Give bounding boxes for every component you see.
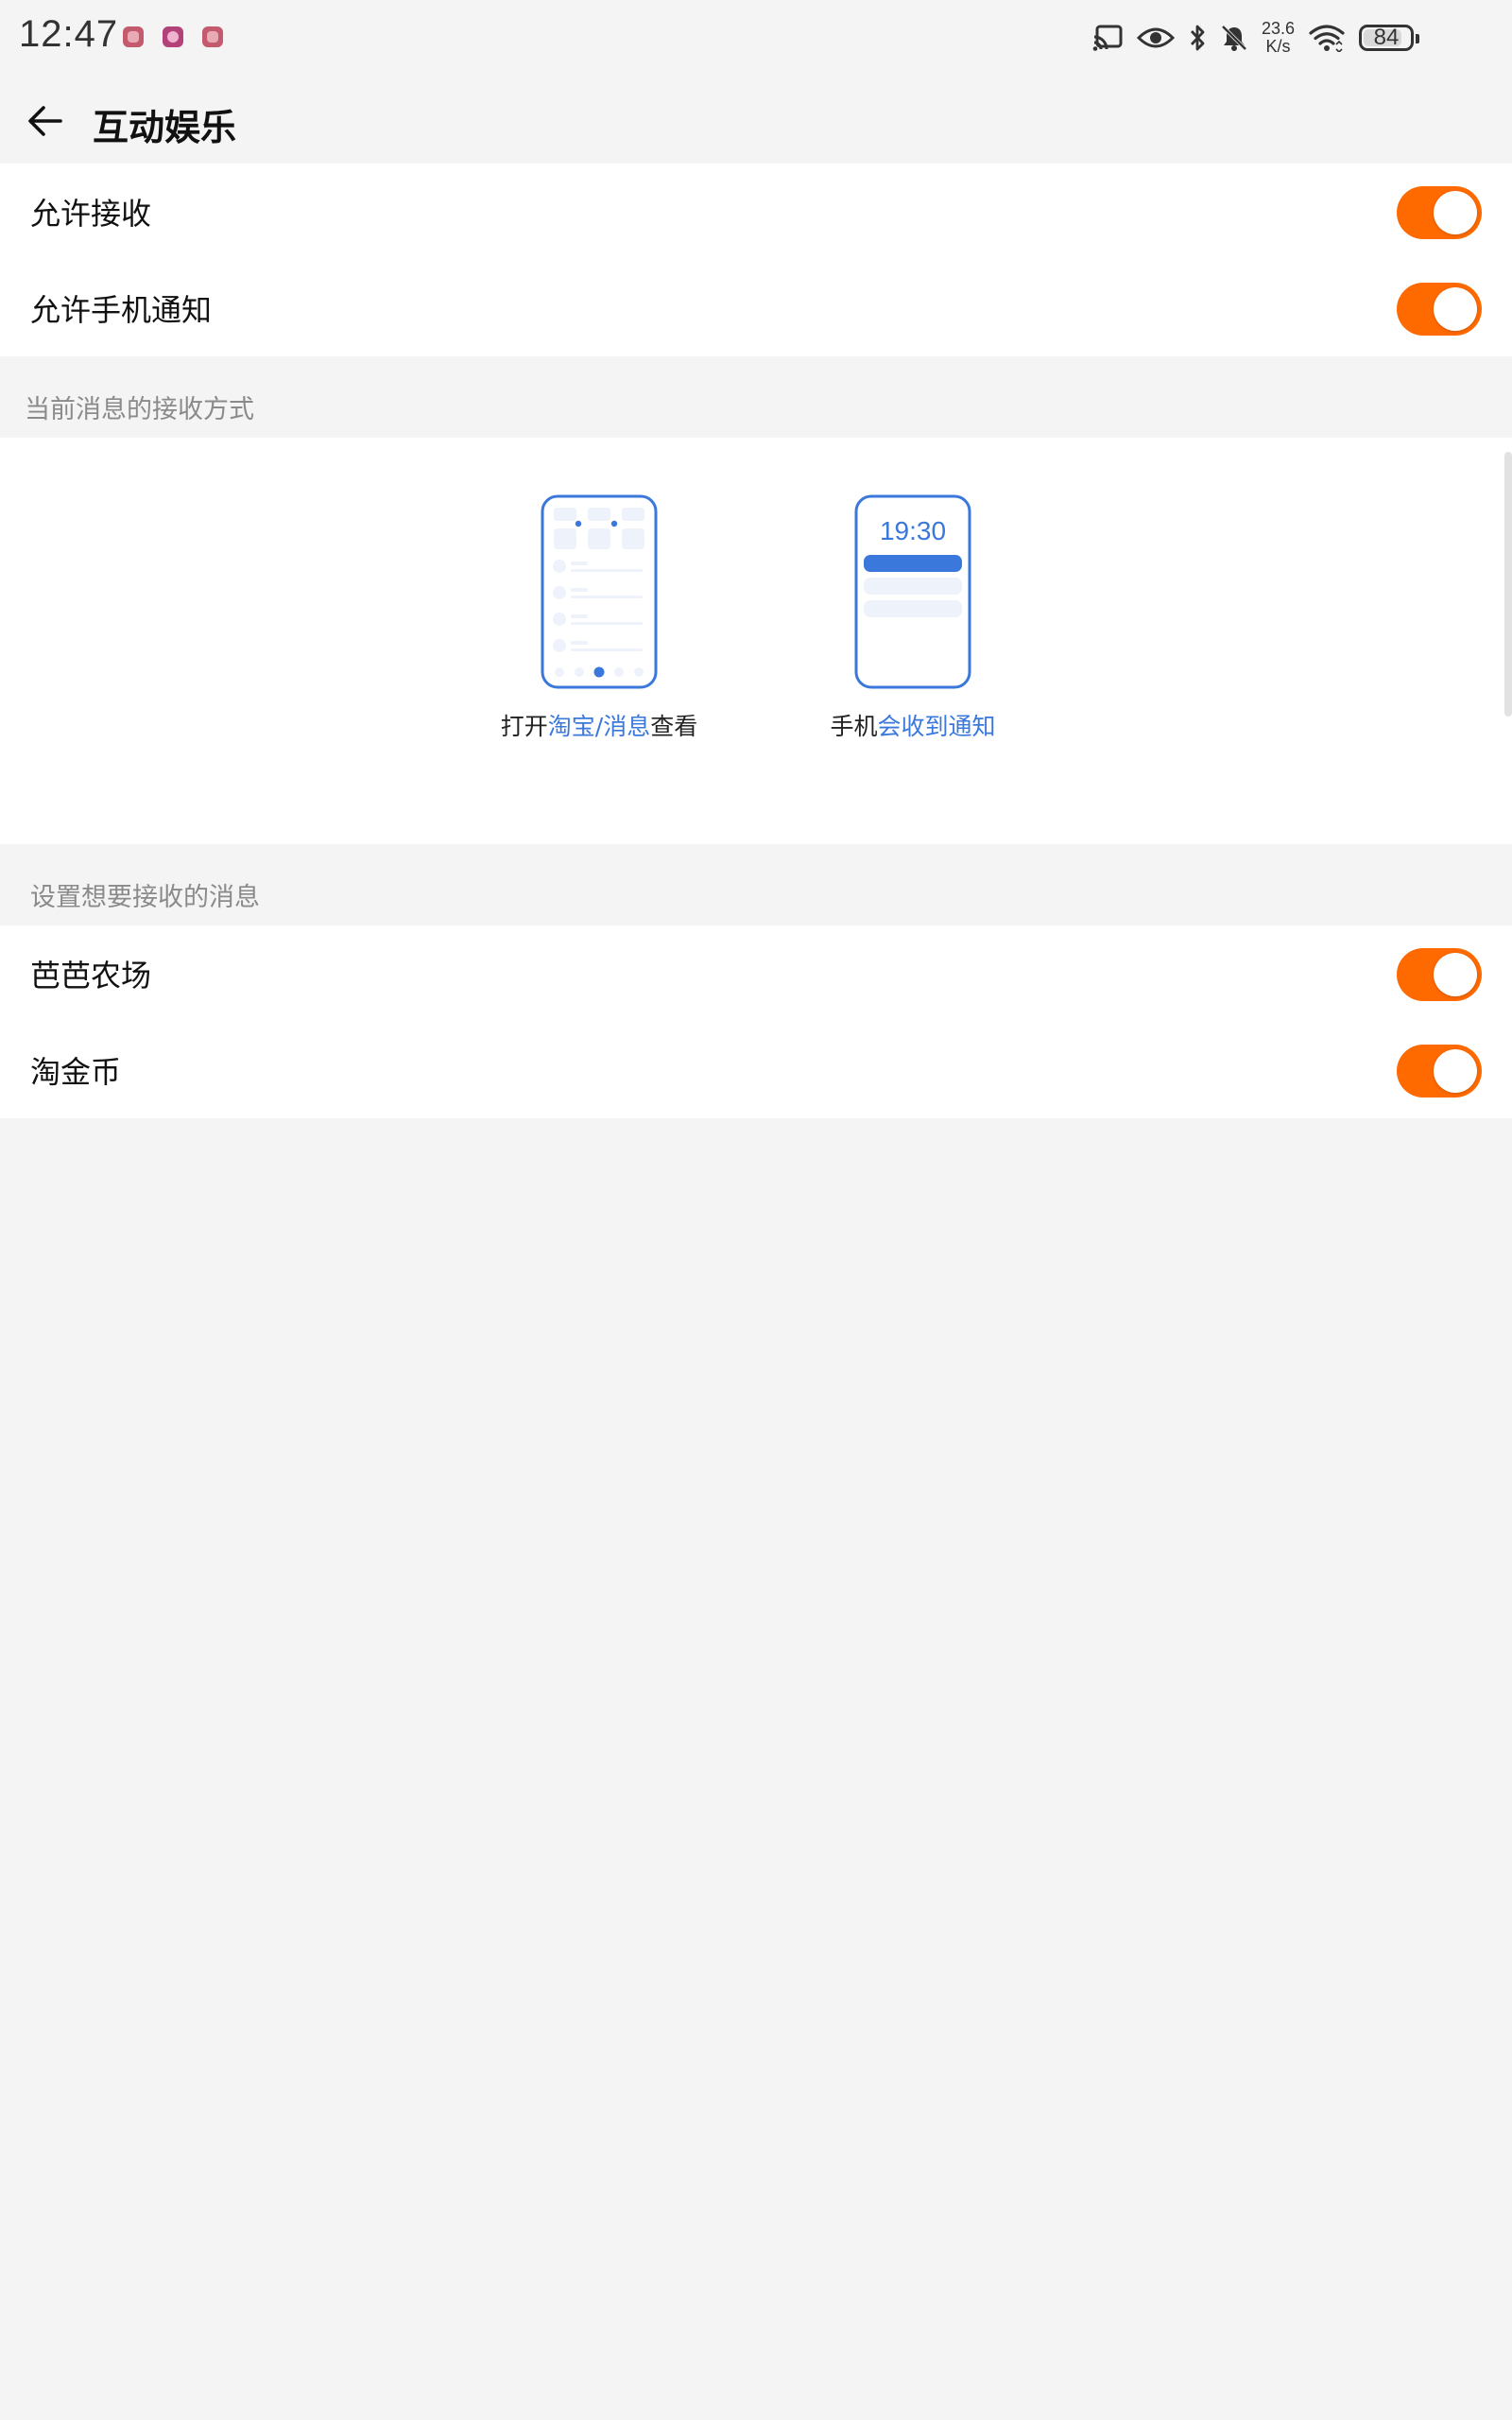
phone-app-illustration bbox=[541, 494, 658, 689]
phone-notification-caption-prefix: 手机 bbox=[830, 713, 878, 740]
network-speed-unit: K/s bbox=[1265, 37, 1291, 56]
baba-farm-toggle[interactable] bbox=[1397, 948, 1482, 1001]
toggle-knob bbox=[1434, 953, 1477, 996]
phone-notification-illustration: 19:30 bbox=[854, 494, 971, 689]
phone-lockscreen-time: 19:30 bbox=[880, 516, 946, 545]
allow-receive-row[interactable]: 允许接收 bbox=[0, 164, 1512, 260]
taojinbi-toggle[interactable] bbox=[1397, 1045, 1482, 1098]
receive-mode-section-title: 当前消息的接收方式 bbox=[25, 395, 254, 424]
toggle-knob bbox=[1434, 191, 1477, 234]
wifi-icon bbox=[1308, 24, 1346, 52]
receive-mode-open-app: 打开淘宝/消息查看 bbox=[476, 494, 722, 742]
subscription-label-baba-farm: 芭芭农场 bbox=[30, 958, 152, 994]
phone-notification-caption: 手机会收到通知 bbox=[830, 708, 995, 742]
app-notification-icon bbox=[123, 26, 144, 47]
bluetooth-icon bbox=[1188, 24, 1207, 52]
status-bar: 12:47 23.6 K/s 84 bbox=[0, 0, 1512, 76]
open-app-caption-highlight: 淘宝/消息 bbox=[547, 713, 651, 740]
eye-comfort-icon bbox=[1136, 26, 1175, 50]
open-app-caption-prefix: 打开 bbox=[500, 713, 548, 740]
subscriptions-section-title: 设置想要接收的消息 bbox=[30, 883, 260, 912]
allow-phone-notification-label: 允许手机通知 bbox=[30, 292, 213, 328]
allow-phone-notification-row[interactable]: 允许手机通知 bbox=[0, 260, 1512, 356]
open-app-caption: 打开淘宝/消息查看 bbox=[501, 708, 697, 742]
mute-icon bbox=[1220, 24, 1248, 52]
app-notification-icon bbox=[202, 26, 223, 47]
battery-level: 84 bbox=[1373, 25, 1400, 50]
notification-icons bbox=[123, 26, 223, 47]
network-speed: 23.6 K/s bbox=[1262, 20, 1295, 56]
receive-mode-phone-notification: 19:30 手机会收到通知 bbox=[790, 494, 1036, 742]
status-indicators: 23.6 K/s 84 bbox=[1091, 17, 1419, 59]
phone-notification-caption-highlight: 会收到通知 bbox=[877, 713, 996, 740]
open-app-caption-suffix: 查看 bbox=[650, 713, 698, 740]
subscriptions-group: 芭芭农场 淘金币 bbox=[0, 925, 1512, 1118]
allow-receive-label: 允许接收 bbox=[30, 196, 152, 232]
network-speed-value: 23.6 bbox=[1261, 19, 1295, 38]
back-button[interactable] bbox=[19, 95, 72, 147]
back-arrow-icon bbox=[28, 106, 62, 136]
allow-receive-toggle[interactable] bbox=[1397, 186, 1482, 239]
status-time: 12:47 bbox=[19, 13, 119, 55]
toggle-knob bbox=[1434, 287, 1477, 331]
cast-icon bbox=[1091, 24, 1124, 52]
subscription-row-taojinbi[interactable]: 淘金币 bbox=[0, 1022, 1512, 1118]
page-header: 互动娱乐 bbox=[0, 76, 1512, 164]
subscription-label-taojinbi: 淘金币 bbox=[30, 1054, 122, 1090]
subscription-row-baba-farm[interactable]: 芭芭农场 bbox=[0, 925, 1512, 1022]
general-settings-group: 允许接收 允许手机通知 bbox=[0, 164, 1512, 356]
battery-icon: 84 bbox=[1359, 25, 1419, 51]
scroll-indicator[interactable] bbox=[1504, 452, 1512, 717]
page-title: 互动娱乐 bbox=[93, 107, 237, 148]
receive-mode-card: 打开淘宝/消息查看 19:30 手机会收到通知 bbox=[0, 438, 1512, 844]
app-notification-icon bbox=[163, 26, 183, 47]
toggle-knob bbox=[1434, 1049, 1477, 1093]
allow-phone-notification-toggle[interactable] bbox=[1397, 283, 1482, 336]
